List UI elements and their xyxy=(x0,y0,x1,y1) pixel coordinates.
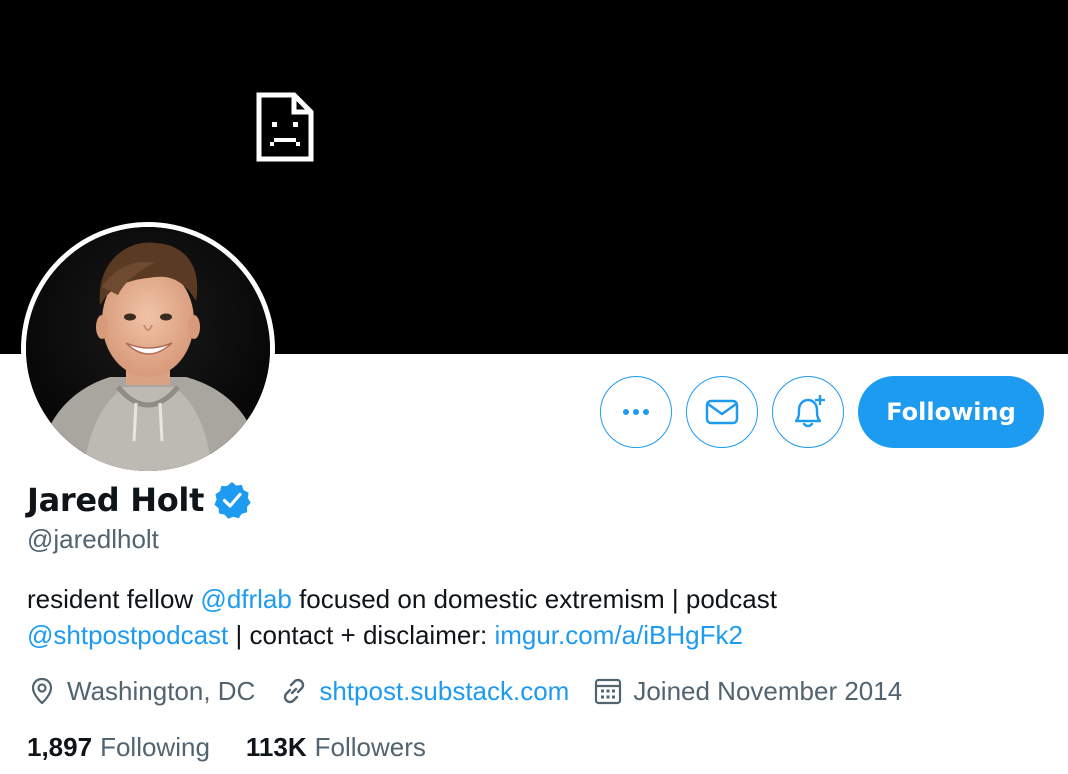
more-button[interactable] xyxy=(600,376,672,448)
following-label: Following xyxy=(100,731,210,762)
joined-text: Joined November 2014 xyxy=(633,675,903,706)
profile-website[interactable]: shtpost.substack.com xyxy=(279,676,569,707)
bio-link[interactable]: imgur.com/a/iBHgFk2 xyxy=(494,620,743,650)
broken-image-icon xyxy=(256,92,314,162)
following-button[interactable]: Following xyxy=(858,376,1044,448)
message-button[interactable] xyxy=(686,376,758,448)
website-link[interactable]: shtpost.substack.com xyxy=(319,676,569,707)
avatar[interactable] xyxy=(21,222,275,476)
link-icon xyxy=(284,678,305,704)
followers-count: 113K xyxy=(245,731,307,762)
profile-location: Washington, DC xyxy=(27,676,255,707)
profile-joined: Joined November 2014 xyxy=(593,676,902,707)
profile-handle: @jaredlholt xyxy=(27,524,159,554)
verified-badge-icon[interactable] xyxy=(212,480,252,520)
followers-label: Followers xyxy=(314,731,426,762)
location-text: Washington, DC xyxy=(67,675,256,706)
notifications-button[interactable] xyxy=(772,376,844,448)
profile-bio: resident fellow @dfrlab focused on domes… xyxy=(27,581,1047,653)
more-horizontal-icon xyxy=(623,409,649,415)
profile-meta: Washington, DC shtpost.substack.com Join… xyxy=(27,672,902,710)
bio-text: resident fellow xyxy=(27,584,201,614)
profile-stats: 1,897 Following 113K Followers xyxy=(27,728,426,766)
bell-plus-icon xyxy=(794,395,825,428)
display-name: Jared Holt xyxy=(27,481,205,519)
bio-mention-shtpostpodcast[interactable]: @shtpostpodcast xyxy=(27,620,228,650)
bio-mention-dfrlab[interactable]: @dfrlab xyxy=(200,584,291,614)
following-stat[interactable]: 1,897 Following xyxy=(27,732,210,763)
location-pin-icon xyxy=(31,677,53,705)
followers-stat[interactable]: 113K Followers xyxy=(246,732,426,763)
avatar-photo xyxy=(26,227,270,471)
bio-text: focused on domestic extremism | podcast xyxy=(291,584,777,614)
envelope-icon xyxy=(705,399,739,425)
bio-text: | contact + disclaimer: xyxy=(228,620,495,650)
profile-name-row: Jared Holt xyxy=(27,478,252,522)
following-count: 1,897 xyxy=(27,731,93,762)
calendar-icon xyxy=(595,678,622,705)
